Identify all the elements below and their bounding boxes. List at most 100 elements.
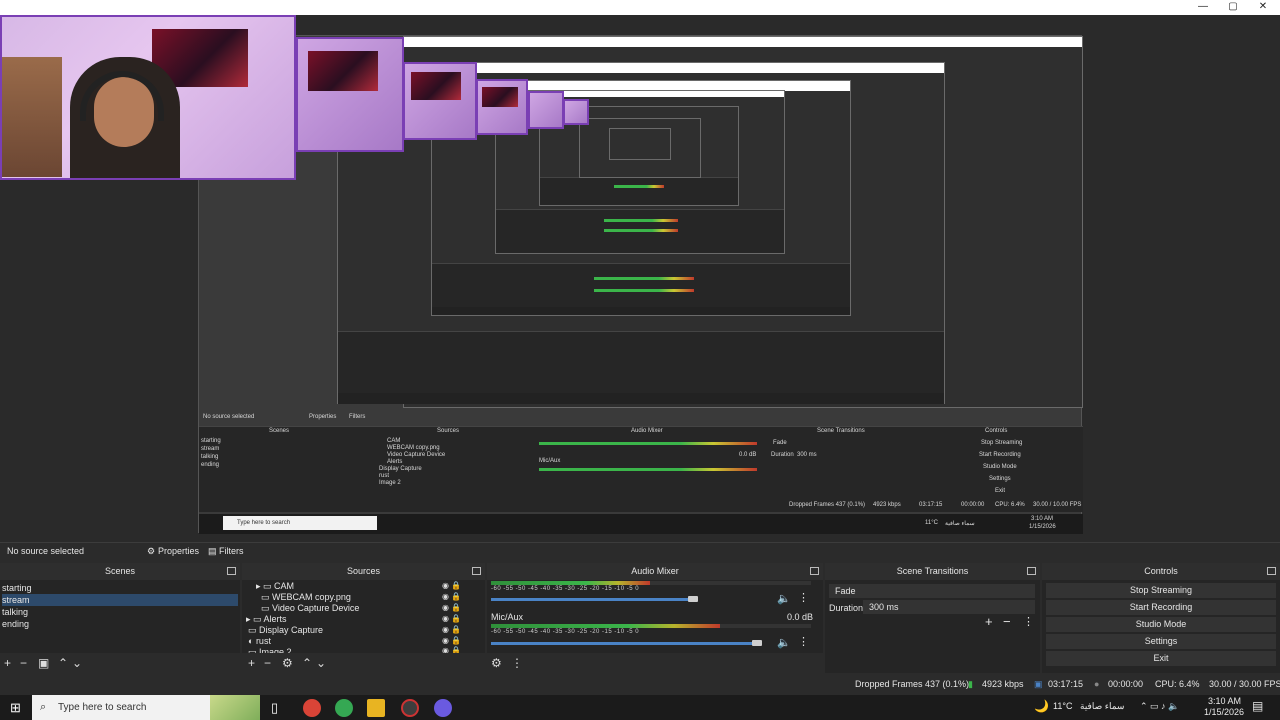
move-up-icon[interactable]: ⌃ bbox=[58, 656, 68, 670]
audio-mixer-dock: Audio Mixer -60 -55 -50 -45 -40 -35 -30 … bbox=[487, 563, 823, 673]
webcam-echo-5 bbox=[563, 99, 589, 125]
kebab-menu-icon[interactable]: ⋮ bbox=[511, 656, 523, 670]
add-icon[interactable]: + bbox=[4, 656, 11, 670]
transition-select[interactable]: Fade bbox=[829, 584, 1035, 598]
source-context-bar: No source selected ⚙ Properties ▤ Filter… bbox=[0, 542, 1280, 560]
notification-icon[interactable]: ▤ bbox=[1252, 699, 1263, 713]
nested-control: Start Recording bbox=[979, 452, 1021, 458]
volume-knob[interactable] bbox=[687, 596, 698, 602]
move-down-icon[interactable]: ⌄ bbox=[72, 656, 82, 670]
webcam-echo-2 bbox=[403, 62, 477, 140]
eye-icon[interactable]: ◉ 🔒 bbox=[442, 625, 461, 636]
studio-mode-button[interactable]: Studio Mode bbox=[1046, 617, 1276, 632]
bitrate: 4923 kbps bbox=[982, 679, 1024, 689]
stop-streaming-button[interactable]: Stop Streaming bbox=[1046, 583, 1276, 598]
nested-dropped: Dropped Frames 437 (0.1%) bbox=[789, 502, 866, 508]
no-source-label: No source selected bbox=[7, 546, 85, 556]
kebab-menu-icon[interactable]: ⋮ bbox=[798, 635, 809, 648]
minimize-button[interactable]: — bbox=[1188, 0, 1218, 15]
shelf bbox=[2, 57, 62, 177]
volume-knob[interactable] bbox=[752, 640, 762, 646]
transitions-title: Scene Transitions bbox=[825, 563, 1040, 580]
kebab-menu-icon[interactable]: ⋮ bbox=[798, 591, 809, 604]
nested-scene-item: talking bbox=[201, 454, 219, 460]
scene-item[interactable]: talking bbox=[2, 606, 238, 618]
add-icon[interactable]: + bbox=[985, 614, 993, 629]
properties-button[interactable]: Properties bbox=[158, 546, 199, 556]
undock-icon[interactable] bbox=[810, 567, 819, 575]
search-placeholder: Type here to search bbox=[58, 702, 147, 713]
volume-slider[interactable] bbox=[491, 598, 693, 601]
add-icon[interactable]: + bbox=[248, 656, 255, 670]
undock-icon[interactable] bbox=[227, 567, 236, 575]
tray-icons[interactable]: ⌃ ▭ ♪ 🔈 bbox=[1140, 701, 1179, 712]
obs-window: — ▢ ✕ No source selected Properties Filt… bbox=[0, 0, 1280, 720]
webcam-echo-1 bbox=[296, 37, 404, 152]
speaker-icon[interactable]: 🔈 bbox=[777, 636, 791, 649]
scene-item[interactable]: starting bbox=[2, 582, 238, 594]
gear-icon[interactable]: ⚙ bbox=[282, 656, 293, 670]
chrome-icon[interactable] bbox=[303, 699, 321, 717]
sources-title: Sources bbox=[242, 563, 485, 580]
kebab-menu-icon[interactable]: ⋮ bbox=[1023, 615, 1034, 628]
eye-icon[interactable]: ◉ 🔒 bbox=[442, 581, 461, 592]
scene-item[interactable]: ending bbox=[2, 618, 238, 630]
scene-item-selected[interactable]: stream bbox=[2, 594, 238, 606]
nested-source-item: rust bbox=[379, 473, 390, 479]
eye-icon[interactable]: ◉ 🔒 bbox=[442, 636, 461, 647]
mic-db-label: 0.0 dB bbox=[787, 612, 814, 622]
nested-meter bbox=[539, 442, 757, 445]
undock-icon[interactable] bbox=[1267, 567, 1276, 575]
exit-button[interactable]: Exit bbox=[1046, 651, 1276, 666]
eye-icon[interactable]: ◉ 🔒 bbox=[442, 614, 461, 625]
chrome-icon[interactable] bbox=[335, 699, 353, 717]
nested-taskbar bbox=[432, 307, 850, 315]
eye-icon[interactable]: ◉ 🔒 bbox=[442, 603, 461, 614]
preview-canvas[interactable]: No source selected Properties Filters Sc… bbox=[0, 15, 1280, 542]
nested-sources-head: Sources bbox=[437, 428, 460, 434]
start-recording-button[interactable]: Start Recording bbox=[1046, 600, 1276, 615]
dropped-frames: Dropped Frames 437 (0.1%) bbox=[855, 679, 970, 689]
settings-button[interactable]: Settings bbox=[1046, 634, 1276, 649]
nested-meter bbox=[604, 229, 678, 232]
file-explorer-icon[interactable] bbox=[367, 699, 385, 717]
move-up-icon[interactable]: ⌃ bbox=[302, 656, 312, 670]
filter-icon[interactable]: ▣ bbox=[38, 656, 49, 670]
volume-slider[interactable] bbox=[491, 642, 757, 645]
remove-icon[interactable]: − bbox=[1003, 614, 1011, 629]
maximize-button[interactable]: ▢ bbox=[1218, 0, 1248, 15]
eye-icon[interactable]: ◉ 🔒 bbox=[442, 592, 461, 603]
mixer-toolbar: ⚙ ⋮ bbox=[487, 653, 823, 673]
undock-icon[interactable] bbox=[1027, 567, 1036, 575]
gear-icon[interactable]: ⚙ bbox=[491, 656, 502, 670]
close-button[interactable]: ✕ bbox=[1248, 0, 1278, 15]
nested-obs-frame-7 bbox=[609, 128, 671, 160]
nested-control: Stop Streaming bbox=[981, 440, 1023, 446]
filters-button[interactable]: Filters bbox=[219, 546, 244, 556]
poster-image bbox=[482, 87, 518, 107]
speaker-icon[interactable]: 🔈 bbox=[777, 592, 791, 605]
task-view-icon[interactable]: ▯ bbox=[271, 700, 278, 716]
image-icon: ▭ bbox=[256, 592, 273, 602]
nested-source-item: WEBCAM copy.png bbox=[387, 445, 440, 451]
discord-icon[interactable] bbox=[434, 699, 452, 717]
nested-weather: 11°C bbox=[925, 520, 938, 526]
taskbar-search[interactable]: ⌕ Type here to search bbox=[32, 695, 260, 720]
nested-duration-label: Duration bbox=[771, 452, 794, 458]
visibility-column: ◉ 🔒 ◉ 🔒 ◉ 🔒 ◉ 🔒 ◉ 🔒 ◉ 🔒 ◉ 🔒 bbox=[442, 581, 461, 657]
nested-control: Exit bbox=[995, 488, 1006, 494]
nested-control: Studio Mode bbox=[983, 464, 1017, 470]
nested-clock-time: 3:10 AM bbox=[1031, 516, 1054, 522]
undock-icon[interactable] bbox=[472, 567, 481, 575]
windows-start-icon[interactable]: ⊞ bbox=[10, 700, 21, 716]
webcam-echo-3 bbox=[476, 79, 528, 135]
obs-icon[interactable] bbox=[401, 699, 419, 717]
remove-icon[interactable]: − bbox=[20, 656, 27, 670]
meter-ticks: -60 -55 -50 -45 -40 -35 -30 -25 -20 -15 … bbox=[491, 586, 640, 592]
move-down-icon[interactable]: ⌄ bbox=[316, 656, 326, 670]
duration-input[interactable]: 300 ms bbox=[863, 600, 1035, 614]
nested-search: Type here to search bbox=[223, 516, 377, 530]
remove-icon[interactable]: − bbox=[264, 656, 271, 670]
nested-fade: Fade bbox=[773, 440, 787, 446]
scenes-dock: Scenes starting stream talking ending + … bbox=[0, 563, 240, 673]
